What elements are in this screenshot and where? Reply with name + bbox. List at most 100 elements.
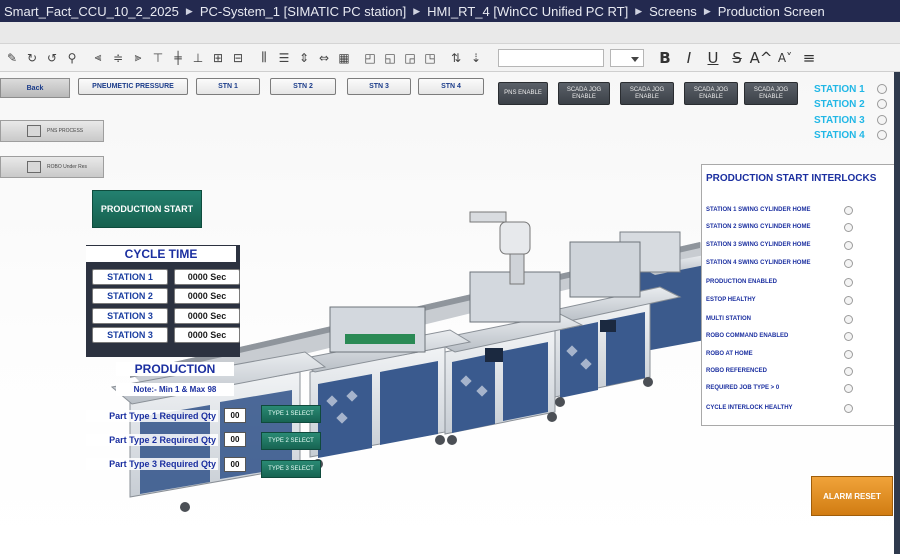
font-name-input[interactable] <box>498 48 604 67</box>
scada-jog-enable-button-2[interactable]: SCADA JOG ENABLE <box>620 82 674 105</box>
interlock-label: CYCLE INTERLOCK HEALTHY <box>706 405 793 411</box>
interlock-label: PRODUCTION ENABLED <box>706 279 778 285</box>
distribute-v-icon[interactable]: ⊟ <box>229 49 247 67</box>
breadcrumb-project[interactable]: Smart_Fact_CCU_10_2_2025 <box>4 4 179 19</box>
production-note: Note:- Min 1 & Max 98 <box>116 383 234 396</box>
align-bottom-icon[interactable]: ⊥ <box>189 49 207 67</box>
align-middle-icon[interactable]: ╪ <box>169 49 187 67</box>
scada-jog-enable-button-4[interactable]: SCADA JOG ENABLE <box>744 82 798 105</box>
robo-under-res-label: ROBO Under Res <box>47 164 88 170</box>
interlock-indicator <box>844 296 853 305</box>
same-height-icon[interactable]: ☰ <box>275 49 293 67</box>
interlock-label: REQUIRED JOB TYPE > 0 <box>706 385 780 391</box>
interlock-indicator <box>844 404 853 413</box>
bring-forward-icon[interactable]: ◱ <box>381 49 399 67</box>
breadcrumb-screens[interactable]: Screens <box>649 4 697 19</box>
cycle-station-value: 0000 Sec <box>174 269 240 285</box>
back-button[interactable]: Back <box>0 78 70 98</box>
zoom-icon[interactable]: ⚲ <box>63 49 81 67</box>
part-type-3-label: Part Type 3 Required Qty <box>86 458 218 470</box>
chevron-right-icon: ▶ <box>413 5 421 16</box>
text-align-icon[interactable]: ≡ <box>798 48 820 68</box>
status-box <box>27 161 41 173</box>
rotate-right-icon[interactable]: ↻ <box>23 49 41 67</box>
pointer-icon[interactable]: ✎ <box>3 49 21 67</box>
interlock-indicator <box>844 259 853 268</box>
group-icon[interactable]: ▦ <box>335 49 353 67</box>
pns-enable-button[interactable]: PNS ENABLE <box>498 82 548 105</box>
alarm-reset-button[interactable]: ALARM RESET <box>811 476 893 516</box>
strikethrough-button[interactable]: S <box>726 48 748 68</box>
interlock-label: ESTOP HEALTHY <box>706 297 756 303</box>
interlock-label: MULTI STATION <box>706 316 751 322</box>
cycle-station-label: STATION 1 <box>92 269 168 285</box>
cycle-station-label: STATION 2 <box>92 288 168 304</box>
breadcrumb-current-screen: Production Screen <box>717 3 825 19</box>
status-box <box>27 125 41 137</box>
station-4-label: STATION 4 <box>814 130 865 141</box>
pns-process-button[interactable]: PNS PROCESS <box>0 120 104 142</box>
same-width-icon[interactable]: ⫼ <box>255 49 273 67</box>
interlock-label: ROBO COMMAND ENABLED <box>706 333 789 339</box>
station-1-indicator <box>877 84 887 94</box>
interlock-indicator <box>844 384 853 393</box>
cycle-time-title: CYCLE TIME <box>86 246 236 262</box>
shrink-font-button[interactable]: A˅ <box>774 48 796 68</box>
station-4-indicator <box>877 130 887 140</box>
stn4-button[interactable]: STN 4 <box>418 78 484 95</box>
scrollbar-strip <box>894 72 900 554</box>
italic-button[interactable]: I <box>678 48 700 68</box>
sort-up-icon[interactable]: ⇅ <box>447 49 465 67</box>
hmi-screen-canvas: Back PNEUMETIC PRESSURE STN 1 STN 2 STN … <box>0 72 900 554</box>
stn2-button[interactable]: STN 2 <box>270 78 336 95</box>
interlock-indicator <box>844 206 853 215</box>
part-type-1-label: Part Type 1 Required Qty <box>86 410 218 422</box>
bring-front-icon[interactable]: ◰ <box>361 49 379 67</box>
breadcrumb-pc-system[interactable]: PC-System_1 [SIMATIC PC station] <box>200 4 406 19</box>
station-3-indicator <box>877 115 887 125</box>
grow-font-button[interactable]: A^ <box>750 48 773 68</box>
breadcrumb: Smart_Fact_CCU_10_2_2025 ▶ PC-System_1 [… <box>0 0 900 22</box>
interlock-indicator <box>844 332 853 341</box>
align-center-icon[interactable]: ≑ <box>109 49 127 67</box>
interlock-label: STATION 3 SWING CYLINDER HOME <box>706 242 811 248</box>
align-left-icon[interactable]: ⫷ <box>89 49 107 67</box>
part-type-1-qty-input[interactable]: 00 <box>224 408 246 423</box>
scada-jog-enable-button-1[interactable]: SCADA JOG ENABLE <box>558 82 610 105</box>
type-3-select-button[interactable]: TYPE 3 SELECT <box>261 460 321 478</box>
interlock-indicator <box>844 223 853 232</box>
distribute-h-icon[interactable]: ⊞ <box>209 49 227 67</box>
underline-button[interactable]: U <box>702 48 724 68</box>
chevron-right-icon: ▶ <box>635 5 643 16</box>
same-size-icon[interactable]: ⇕ <box>295 49 313 67</box>
interlock-label: STATION 1 SWING CYLINDER HOME <box>706 207 811 213</box>
part-type-3-qty-input[interactable]: 00 <box>224 457 246 472</box>
type-1-select-button[interactable]: TYPE 1 SELECT <box>261 405 321 423</box>
send-backward-icon[interactable]: ◲ <box>401 49 419 67</box>
station-2-label: STATION 2 <box>814 99 865 110</box>
stn3-button[interactable]: STN 3 <box>347 78 411 95</box>
interlock-label: STATION 2 SWING CYLINDER HOME <box>706 224 811 230</box>
align-top-icon[interactable]: ⊤ <box>149 49 167 67</box>
send-back-icon[interactable]: ◳ <box>421 49 439 67</box>
type-2-select-button[interactable]: TYPE 2 SELECT <box>261 432 321 450</box>
breadcrumb-hmi[interactable]: HMI_RT_4 [WinCC Unified PC RT] <box>427 4 628 19</box>
scada-jog-enable-button-3[interactable]: SCADA JOG ENABLE <box>684 82 738 105</box>
spacing-icon[interactable]: ⇔ <box>315 49 333 67</box>
pneumatic-pressure-button[interactable]: PNEUMETIC PRESSURE <box>78 78 188 95</box>
bold-button[interactable]: B <box>654 48 676 68</box>
align-right-icon[interactable]: ⫸ <box>129 49 147 67</box>
robo-under-res-button[interactable]: ROBO Under Res <box>0 156 104 178</box>
production-start-button[interactable]: PRODUCTION START <box>92 190 202 228</box>
part-type-2-qty-input[interactable]: 00 <box>224 432 246 447</box>
station-2-indicator <box>877 99 887 109</box>
stn1-button[interactable]: STN 1 <box>196 78 260 95</box>
interlock-label: ROBO REFERENCED <box>706 368 768 374</box>
interlock-indicator <box>844 278 853 287</box>
sort-down-icon[interactable]: ⇣ <box>467 49 485 67</box>
interlock-label: STATION 4 SWING CYLINDER HOME <box>706 260 811 266</box>
station-3-label: STATION 3 <box>814 115 865 126</box>
font-size-dropdown[interactable] <box>610 48 644 67</box>
interlocks-panel: PRODUCTION START INTERLOCKS STATION 1 SW… <box>701 164 896 426</box>
rotate-left-icon[interactable]: ↺ <box>43 49 61 67</box>
